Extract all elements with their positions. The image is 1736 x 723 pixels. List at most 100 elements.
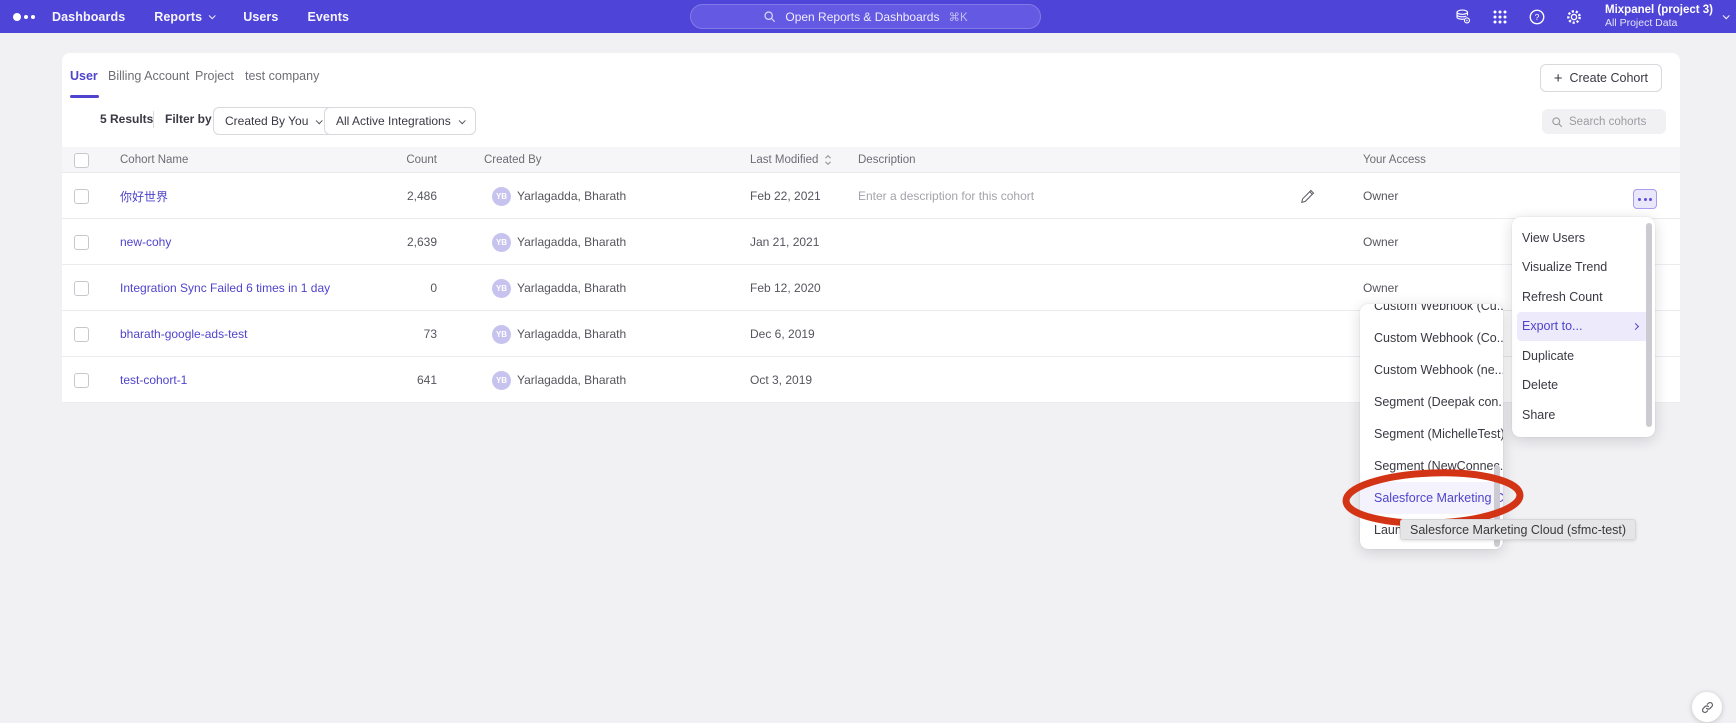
- cohort-count: 2,486: [362, 173, 437, 219]
- cohorts-page: Dashboards Reports Users Events Open Rep…: [0, 0, 1736, 723]
- table-row: 你好世界 2,486 YB Yarlagadda, Bharath Feb 22…: [62, 173, 1680, 219]
- search-cohorts-input[interactable]: Search cohorts: [1542, 109, 1666, 134]
- cohort-name-link[interactable]: test-cohort-1: [120, 357, 187, 403]
- edit-description-button[interactable]: [1300, 173, 1316, 219]
- last-modified-date: Dec 6, 2019: [750, 311, 815, 357]
- search-icon: [763, 10, 776, 23]
- avatar: YB: [492, 279, 511, 298]
- chevron-down-icon: [458, 117, 465, 124]
- export-item-custom-webhook-1[interactable]: Custom Webhook (Cu...: [1360, 304, 1503, 322]
- apps-grid-icon[interactable]: [1490, 7, 1510, 27]
- column-header-description: Description: [858, 147, 916, 173]
- data-management-icon[interactable]: [1453, 7, 1473, 27]
- row-checkbox[interactable]: [74, 281, 89, 296]
- project-switcher[interactable]: Mixpanel (project 3) All Project Data: [1605, 3, 1728, 31]
- cohort-context-menu: View Users Visualize Trend Refresh Count…: [1512, 217, 1655, 437]
- cohort-count: 2,639: [362, 219, 437, 265]
- menu-item-refresh-count[interactable]: Refresh Count: [1512, 282, 1655, 312]
- column-header-last-modified[interactable]: Last Modified: [750, 147, 832, 173]
- nav-item-dashboards[interactable]: Dashboards: [52, 10, 125, 24]
- last-modified-date: Oct 3, 2019: [750, 357, 812, 403]
- avatar: YB: [492, 371, 511, 390]
- plus-icon: +: [1554, 71, 1563, 86]
- nav-right-cluster: ? Mixpanel (project 3) All Project Data: [1453, 0, 1728, 33]
- select-all-checkbox[interactable]: [74, 153, 89, 168]
- link-icon: [1700, 700, 1715, 715]
- tab-project[interactable]: Project: [195, 53, 234, 98]
- row-checkbox[interactable]: [74, 373, 89, 388]
- export-item-segment-2[interactable]: Segment (MichelleTest): [1360, 418, 1503, 450]
- avatar: YB: [492, 233, 511, 252]
- menu-item-visualize-trend[interactable]: Visualize Trend: [1512, 253, 1655, 283]
- export-item-custom-webhook-3[interactable]: Custom Webhook (ne...: [1360, 354, 1503, 386]
- last-modified-date: Feb 22, 2021: [750, 173, 821, 219]
- export-item-segment-3[interactable]: Segment (NewConnec...: [1360, 450, 1503, 482]
- export-item-custom-webhook-2[interactable]: Custom Webhook (Co...: [1360, 322, 1503, 354]
- settings-gear-icon[interactable]: [1564, 7, 1584, 27]
- global-search-placeholder: Open Reports & Dashboards: [785, 10, 939, 24]
- export-item-segment-1[interactable]: Segment (Deepak con...: [1360, 386, 1503, 418]
- chevron-down-icon: [209, 12, 216, 19]
- integrations-filter-dropdown[interactable]: All Active Integrations: [324, 107, 476, 135]
- filter-label: Created By You: [225, 114, 308, 128]
- created-by-name: Yarlagadda, Bharath: [517, 357, 626, 403]
- menu-item-view-users[interactable]: View Users: [1512, 223, 1655, 253]
- help-icon[interactable]: ?: [1527, 7, 1547, 27]
- row-actions-button[interactable]: [1633, 189, 1657, 209]
- pencil-icon: [1300, 188, 1316, 204]
- description-placeholder[interactable]: Enter a description for this cohort: [858, 173, 1034, 219]
- keyboard-shortcut-badge: ⌘K: [948, 10, 967, 24]
- search-icon: [1551, 116, 1563, 128]
- nav-item-events[interactable]: Events: [307, 10, 349, 24]
- nav-item-reports[interactable]: Reports: [154, 10, 214, 24]
- nav-label: Dashboards: [52, 10, 125, 24]
- tab-test-company[interactable]: test company: [245, 53, 319, 98]
- context-menu-scrollbar[interactable]: [1646, 223, 1652, 427]
- access-level: Owner: [1363, 173, 1398, 219]
- chevron-right-icon: [1632, 323, 1639, 330]
- export-item-salesforce-marketing-cloud[interactable]: Salesforce Marketing C...: [1360, 482, 1503, 514]
- cohort-name-link[interactable]: 你好世界: [120, 173, 168, 219]
- cohort-type-tabs: User Billing Account Project test compan…: [62, 53, 1680, 98]
- menu-item-delete[interactable]: Delete: [1512, 371, 1655, 401]
- cohort-name-link[interactable]: Integration Sync Failed 6 times in 1 day: [120, 265, 330, 311]
- cohort-count: 73: [362, 311, 437, 357]
- tab-label: test company: [245, 69, 319, 83]
- row-checkbox[interactable]: [74, 327, 89, 342]
- project-scope: All Project Data: [1605, 17, 1713, 30]
- tab-billing-account[interactable]: Billing Account: [108, 53, 189, 98]
- cohort-name-link[interactable]: bharath-google-ads-test: [120, 311, 247, 357]
- tooltip: Salesforce Marketing Cloud (sfmc-test): [1400, 519, 1636, 540]
- filter-toolbar: 5 Results Filter by Created By You All A…: [62, 98, 1680, 144]
- created-by-filter-dropdown[interactable]: Created By You: [213, 107, 333, 135]
- tab-label: User: [70, 69, 98, 83]
- nav-item-users[interactable]: Users: [243, 10, 278, 24]
- last-modified-date: Jan 21, 2021: [750, 219, 819, 265]
- project-name: Mixpanel (project 3): [1605, 3, 1713, 17]
- create-cohort-button[interactable]: + Create Cohort: [1540, 64, 1662, 92]
- row-checkbox[interactable]: [74, 235, 89, 250]
- chevron-down-icon: [1723, 12, 1730, 19]
- menu-item-share[interactable]: Share: [1512, 400, 1655, 430]
- tab-label: Billing Account: [108, 69, 189, 83]
- global-search-bar[interactable]: Open Reports & Dashboards ⌘K: [690, 4, 1041, 29]
- menu-item-duplicate[interactable]: Duplicate: [1512, 341, 1655, 371]
- menu-item-export-to[interactable]: Export to...: [1517, 312, 1650, 342]
- row-checkbox[interactable]: [74, 189, 89, 204]
- table-row: new-cohy 2,639 YB Yarlagadda, Bharath Ja…: [62, 219, 1680, 265]
- mixpanel-logo-icon[interactable]: [13, 0, 35, 33]
- search-cohorts-placeholder: Search cohorts: [1569, 116, 1646, 128]
- copy-link-button[interactable]: [1692, 692, 1722, 722]
- tab-user[interactable]: User: [70, 53, 98, 98]
- filter-by-label: Filter by: [165, 112, 212, 126]
- create-cohort-label: Create Cohort: [1569, 71, 1648, 85]
- column-header-created-by: Created By: [484, 147, 542, 173]
- primary-nav: Dashboards Reports Users Events: [52, 0, 349, 33]
- svg-text:?: ?: [1535, 12, 1540, 22]
- cohort-name-link[interactable]: new-cohy: [120, 219, 171, 265]
- cohort-count: 0: [362, 265, 437, 311]
- last-modified-date: Feb 12, 2020: [750, 265, 821, 311]
- toolbar-divider: [153, 111, 154, 128]
- menu-item-label: Export to...: [1522, 319, 1582, 333]
- nav-label: Reports: [154, 10, 202, 24]
